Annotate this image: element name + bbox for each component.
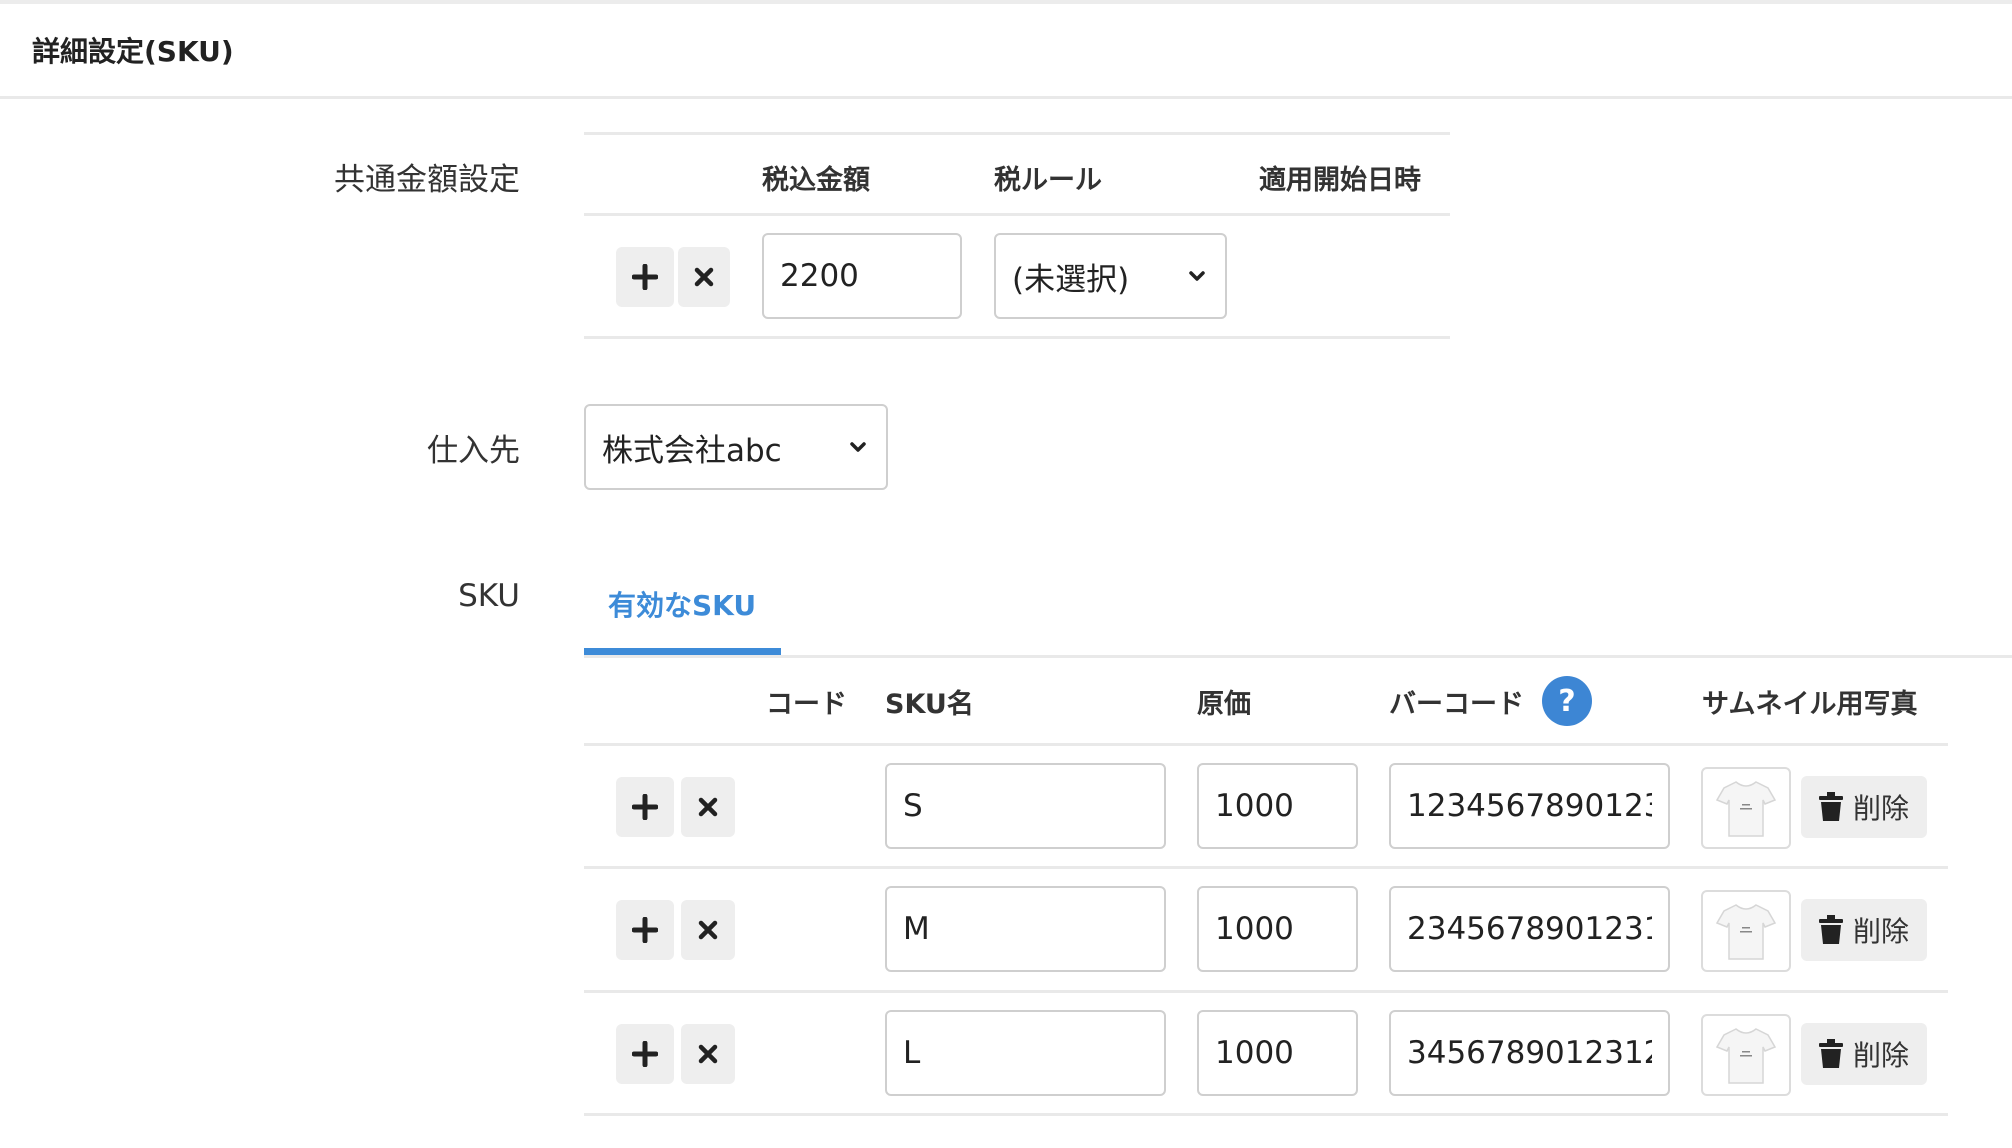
supplier-label: 仕入先 — [427, 433, 520, 469]
sku-row-remove-button[interactable] — [681, 900, 735, 960]
trash-icon — [1818, 915, 1843, 944]
delete-label: 削除 — [1852, 792, 1909, 825]
sku-thumbnail[interactable] — [1701, 890, 1791, 972]
close-icon — [698, 797, 718, 817]
panel-header-divider — [0, 96, 2012, 99]
delete-label: 削除 — [1852, 915, 1909, 948]
sku-barcode-input[interactable] — [1389, 763, 1670, 849]
delete-label: 削除 — [1852, 1039, 1909, 1072]
tab-active-indicator — [584, 648, 781, 655]
common-price-label: 共通金額設定 — [334, 162, 520, 198]
tshirt-icon — [1715, 1028, 1777, 1084]
sku-thumbnail[interactable] — [1701, 767, 1791, 849]
sku-delete-thumbnail-button[interactable]: 削除 — [1801, 776, 1927, 838]
trash-icon — [1818, 1039, 1843, 1068]
plus-icon — [632, 264, 658, 290]
close-icon — [694, 267, 714, 287]
sku-row-add-button[interactable] — [616, 900, 674, 960]
sku-row-add-button[interactable] — [616, 777, 674, 837]
price-remove-button[interactable] — [678, 247, 730, 307]
sku-row-divider — [584, 866, 1948, 869]
top-border — [0, 0, 2012, 4]
sku-row-remove-button[interactable] — [681, 777, 735, 837]
supplier-select[interactable]: 株式会社abc — [584, 404, 888, 490]
price-table-top-border — [584, 132, 1450, 135]
header-tax-rule: 税ルール — [994, 165, 1102, 196]
sku-row-remove-button[interactable] — [681, 1024, 735, 1084]
close-icon — [698, 920, 718, 940]
header-thumbnail: サムネイル用写真 — [1702, 689, 1918, 720]
sku-name-input[interactable] — [885, 886, 1166, 972]
sku-cost-input[interactable] — [1197, 886, 1358, 972]
close-icon — [698, 1044, 718, 1064]
sku-label: SKU — [458, 578, 520, 614]
sku-barcode-input[interactable] — [1389, 1010, 1670, 1096]
tab-baseline — [584, 655, 2012, 658]
header-barcode: バーコード — [1389, 689, 1524, 720]
price-table-bottom-border — [584, 336, 1450, 339]
tax-included-price-input[interactable] — [762, 233, 962, 319]
barcode-help-icon[interactable]: ? — [1542, 676, 1592, 726]
supplier-value: 株式会社abc — [602, 432, 782, 469]
sku-table-header-divider — [584, 743, 1948, 746]
sku-cost-input[interactable] — [1197, 763, 1358, 849]
sku-row-divider — [584, 1113, 1948, 1116]
tshirt-icon — [1715, 781, 1777, 837]
price-add-button[interactable] — [616, 247, 674, 307]
header-start-date: 適用開始日時 — [1259, 165, 1421, 196]
chevron-down-icon — [1189, 271, 1205, 281]
chevron-down-icon — [850, 442, 866, 452]
header-cost: 原価 — [1197, 689, 1251, 720]
sku-row-add-button[interactable] — [616, 1024, 674, 1084]
sku-delete-thumbnail-button[interactable]: 削除 — [1801, 1023, 1927, 1085]
sku-cost-input[interactable] — [1197, 1010, 1358, 1096]
header-tax-included: 税込金額 — [762, 165, 870, 196]
header-code: コード — [766, 689, 847, 720]
sku-name-input[interactable] — [885, 1010, 1166, 1096]
tab-active-sku[interactable]: 有効なSKU — [608, 584, 756, 624]
sku-name-input[interactable] — [885, 763, 1166, 849]
tax-rule-select[interactable]: (未選択) — [994, 233, 1227, 319]
plus-icon — [632, 917, 658, 943]
trash-icon — [1818, 792, 1843, 821]
plus-icon — [632, 1041, 658, 1067]
sku-barcode-input[interactable] — [1389, 886, 1670, 972]
price-table-header-divider — [584, 213, 1450, 216]
tax-rule-value: (未選択) — [1012, 261, 1130, 298]
sku-thumbnail[interactable] — [1701, 1014, 1791, 1096]
tshirt-icon — [1715, 904, 1777, 960]
sku-row-divider — [584, 990, 1948, 993]
sku-delete-thumbnail-button[interactable]: 削除 — [1801, 899, 1927, 961]
plus-icon — [632, 794, 658, 820]
panel-title: 詳細設定(SKU) — [32, 35, 234, 68]
header-sku-name: SKU名 — [885, 689, 974, 720]
